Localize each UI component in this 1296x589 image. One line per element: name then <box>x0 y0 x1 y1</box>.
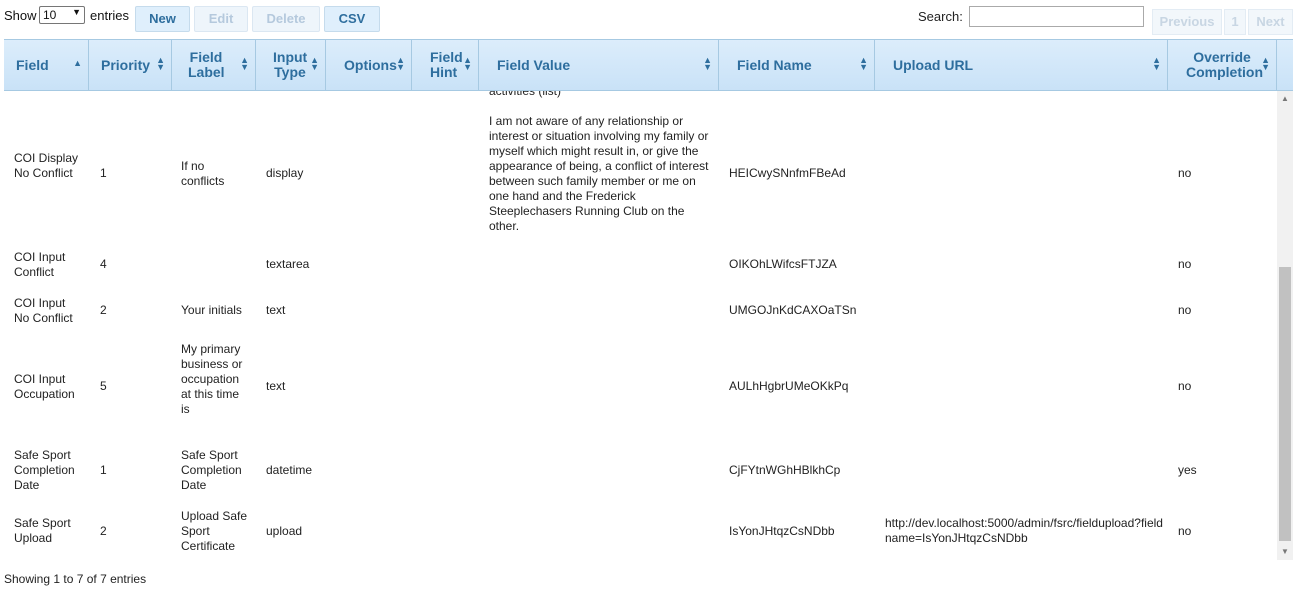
next-button[interactable]: Next <box>1248 9 1293 35</box>
edit-button[interactable]: Edit <box>194 6 248 32</box>
cell-override: no <box>1178 257 1192 271</box>
cell-priority: 1 <box>100 463 107 477</box>
cell-field-name: CjFYtnWGhHBlkhCp <box>729 463 841 477</box>
column-header-priority[interactable]: Priority ▲ ▼ <box>89 40 172 90</box>
cell-input-type: datetime <box>266 463 313 477</box>
cell-input-type: text <box>266 379 286 393</box>
cell-input-type: textarea <box>266 257 310 271</box>
sort-icon: ▲ ▼ <box>310 55 319 72</box>
cell-override: yes <box>1178 463 1197 477</box>
cell-field-name: IsYonJHtqzCsNDbb <box>729 524 835 538</box>
cell-upload-url: http://dev.localhost:5000/admin/fsrc/fie… <box>885 516 1163 545</box>
column-header-label: Input Type <box>273 49 308 80</box>
chevron-down-icon: ▼ <box>72 7 81 17</box>
cell-field: COI Input Conflict <box>14 250 66 279</box>
cell-input-type: display <box>266 166 304 180</box>
cell-priority: 2 <box>100 524 107 538</box>
sort-icon: ▲ ▼ <box>703 55 712 72</box>
new-button[interactable]: New <box>135 6 190 32</box>
cell-field: COI Display No Conflict <box>14 151 79 180</box>
cell-priority: 4 <box>100 257 107 271</box>
column-header-label: Upload URL <box>893 56 974 73</box>
cell-override: no <box>1178 524 1192 538</box>
table-toolbar: Show 10 ▼ entries New Edit Delete CSV Se… <box>0 0 1296 38</box>
cell-priority: 5 <box>100 379 107 393</box>
entries-label: entries <box>90 8 130 23</box>
cell-override: no <box>1178 379 1192 393</box>
cell-field-label: If no conflicts <box>181 159 225 188</box>
column-header-field-hint[interactable]: Field Hint ▲ ▼ <box>412 40 479 90</box>
cell-field-name: OIKOhLWifcsFTJZA <box>729 257 837 271</box>
previous-button[interactable]: Previous <box>1152 9 1222 35</box>
cell-field-label: Your initials <box>181 303 242 317</box>
table-header: Field ▲ Priority ▲ ▼ Field Label ▲ ▼ Input… <box>4 39 1293 91</box>
table-info: Showing 1 to 7 of 7 entries <box>4 572 147 586</box>
cell-override: no <box>1178 303 1192 317</box>
scroll-down-icon[interactable]: ▼ <box>1277 544 1293 560</box>
cell-field-label: My primary business or occupation at thi… <box>181 342 243 416</box>
column-header-label: Field Value <box>497 56 571 73</box>
column-header-options[interactable]: Options ▲ ▼ <box>326 40 412 90</box>
column-header-label: Field Label <box>188 49 225 80</box>
column-header-override-completion[interactable]: Override Completion ▲ ▼ <box>1168 40 1277 90</box>
cell-input-type: text <box>266 303 286 317</box>
partial-row-value: activities (list) <box>489 91 562 98</box>
sort-icon: ▲ ▼ <box>463 55 472 72</box>
column-header-label: Options <box>344 56 397 73</box>
column-header-label: Field Name <box>737 56 812 73</box>
delete-button[interactable]: Delete <box>252 6 320 32</box>
column-header-field-name[interactable]: Field Name ▲ ▼ <box>719 40 875 90</box>
cell-field-label: Upload Safe Sport Certificate <box>181 509 248 553</box>
sort-icon: ▲ ▼ <box>1152 55 1161 72</box>
cell-field: Safe Sport Completion Date <box>14 448 75 492</box>
search-label: Search: <box>918 9 963 24</box>
scroll-thumb[interactable] <box>1279 267 1291 541</box>
search-input[interactable] <box>969 6 1144 27</box>
column-header-upload-url[interactable]: Upload URL ▲ ▼ <box>875 40 1168 90</box>
column-header-input-type[interactable]: Input Type ▲ ▼ <box>256 40 326 90</box>
column-header-label: Field Hint <box>430 49 463 80</box>
sort-icon: ▲ ▼ <box>1261 55 1270 72</box>
cell-field: COI Input No Conflict <box>14 296 73 325</box>
sort-icon: ▲ ▼ <box>396 55 405 72</box>
cell-field: Safe Sport Upload <box>14 516 71 545</box>
cell-priority: 1 <box>100 166 107 180</box>
column-header-label: Override Completion <box>1186 49 1263 80</box>
cell-field-label: Safe Sport Completion Date <box>181 448 242 492</box>
cell-field-value: I am not aware of any relationship or in… <box>489 114 709 233</box>
cell-priority: 2 <box>100 303 107 317</box>
cell-input-type: upload <box>266 524 303 538</box>
sort-asc-icon: ▲ <box>73 58 82 68</box>
cell-field: COI Input Occupation <box>14 372 75 401</box>
table-body: activities (list) COI Display No Conflic… <box>4 91 1277 560</box>
entries-select[interactable]: 10 ▼ <box>39 6 85 24</box>
sort-icon: ▲ ▼ <box>859 55 868 72</box>
cell-override: no <box>1178 166 1192 180</box>
column-header-field[interactable]: Field ▲ <box>4 40 89 90</box>
column-header-label: Field <box>16 56 49 73</box>
column-header-field-label[interactable]: Field Label ▲ ▼ <box>172 40 256 90</box>
csv-button[interactable]: CSV <box>324 6 380 32</box>
vertical-scrollbar[interactable]: ▲ ▼ <box>1277 91 1293 560</box>
cell-field-name: HEICwySNnfmFBeAd <box>729 166 846 180</box>
column-header-label: Priority <box>101 56 151 73</box>
show-label: Show <box>4 8 37 23</box>
sort-icon: ▲ ▼ <box>156 55 165 72</box>
page-1-button[interactable]: 1 <box>1224 9 1246 35</box>
entries-select-value: 10 <box>43 8 57 22</box>
column-header-field-value[interactable]: Field Value ▲ ▼ <box>479 40 719 90</box>
scroll-up-icon[interactable]: ▲ <box>1277 91 1293 107</box>
sort-icon: ▲ ▼ <box>240 55 249 72</box>
cell-field-name: UMGOJnKdCAXOaTSn <box>729 303 857 317</box>
cell-field-name: AULhHgbrUMeOKkPq <box>729 379 849 393</box>
